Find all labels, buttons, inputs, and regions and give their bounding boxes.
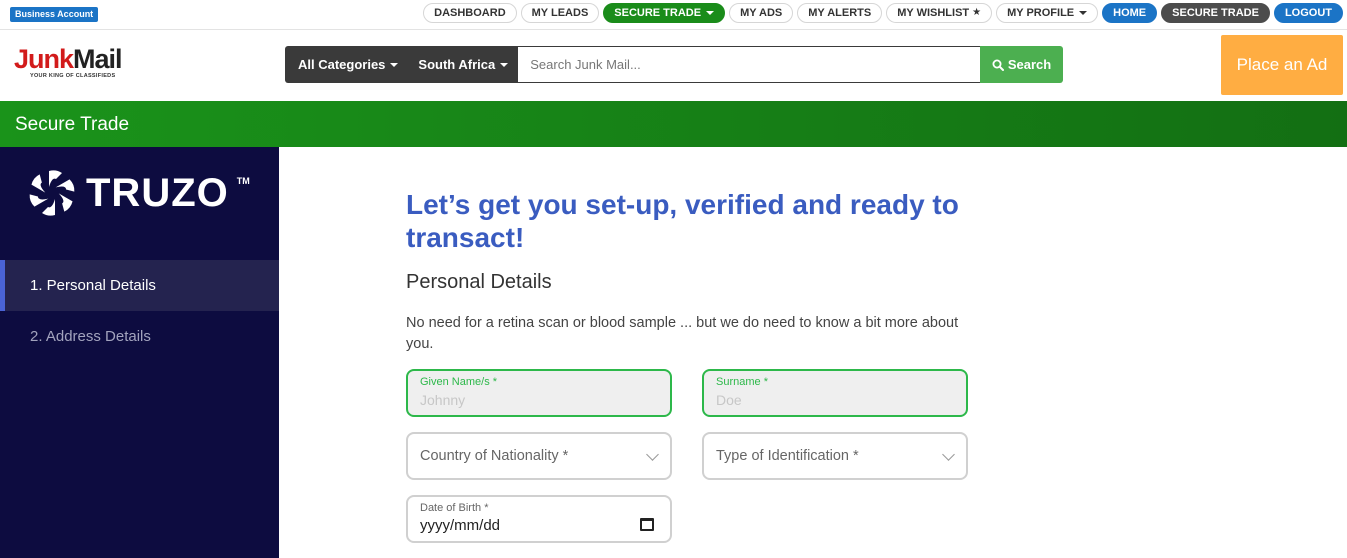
calendar-icon[interactable] [640, 518, 654, 531]
chevron-down-icon [646, 448, 659, 461]
nav-dashboard[interactable]: DASHBOARD [423, 3, 517, 23]
logo-tagline: YOUR KING OF CLASSIFIEDS [30, 73, 116, 79]
nav-secure-trade[interactable]: SECURE TRADE [1161, 3, 1270, 23]
truzo-wordmark: TRUZO [86, 170, 229, 215]
section-title: Personal Details [406, 271, 552, 293]
truzo-swirl-icon [29, 170, 75, 216]
star-icon: ★ [972, 7, 982, 18]
logo-mail: Mail [73, 44, 123, 74]
id-type-label: Type of Identification * [716, 448, 859, 464]
surname-input[interactable]: Doe [716, 392, 742, 408]
step-personal-details[interactable]: 1. Personal Details [0, 260, 279, 311]
section-banner: Secure Trade [0, 101, 1347, 147]
region-dropdown[interactable]: South Africa [408, 46, 519, 83]
search-icon [992, 59, 1004, 71]
search-bar: All Categories South Africa Search Junk … [285, 46, 1063, 83]
nav-my-wishlist-label: MY WISHLIST [897, 7, 970, 19]
search-button-label: Search [1007, 57, 1052, 72]
step-address-details[interactable]: 2. Address Details [0, 311, 279, 362]
surname-field[interactable]: Surname * Doe [702, 369, 968, 417]
nav-my-alerts[interactable]: MY ALERTS [797, 3, 883, 23]
search-button[interactable]: Search [980, 46, 1063, 83]
nav-my-ads[interactable]: MY ADS [729, 3, 794, 23]
nationality-label: Country of Nationality * [420, 448, 569, 464]
trademark: TM [236, 176, 250, 186]
caret-down-icon [1079, 11, 1088, 15]
site-header: JunkMail YOUR KING OF CLASSIFIEDS All Ca… [0, 31, 1347, 101]
given-name-input[interactable]: Johnny [420, 392, 465, 408]
top-nav: DASHBOARD MY LEADS SECURE TRADE MY ADS M… [423, 3, 1343, 23]
top-utility-bar: Business Account DASHBOARD MY LEADS SECU… [0, 0, 1347, 30]
date-of-birth-input[interactable]: yyyy/mm/dd [420, 517, 500, 534]
caret-down-icon [390, 62, 399, 67]
nationality-select[interactable]: Country of Nationality * [406, 432, 672, 480]
intro-text: No need for a retina scan or blood sampl… [406, 315, 959, 352]
category-dropdown-label: All Categories [298, 57, 386, 72]
banner-title: Secure Trade [15, 114, 130, 135]
caret-down-icon [706, 11, 715, 15]
given-name-label: Given Name/s * [420, 376, 498, 388]
given-name-field[interactable]: Given Name/s * Johnny [406, 369, 672, 417]
chevron-down-icon [942, 448, 955, 461]
nav-my-leads[interactable]: MY LEADS [520, 3, 600, 23]
truzo-sidebar: TRUZO TM 1. Personal Details 2. Address … [0, 147, 279, 558]
logo-junk: Junk [14, 44, 74, 74]
nav-my-profile-label: MY PROFILE [1007, 7, 1075, 19]
nav-my-wishlist[interactable]: MY WISHLIST ★ [886, 3, 993, 23]
nav-my-profile[interactable]: MY PROFILE [996, 3, 1099, 23]
nav-home[interactable]: HOME [1102, 3, 1158, 23]
category-dropdown[interactable]: All Categories [285, 46, 409, 83]
nav-logout[interactable]: LOGOUT [1273, 3, 1343, 23]
nav-secure-trade-menu-label: SECURE TRADE [614, 7, 702, 19]
junkmail-logo[interactable]: JunkMail YOUR KING OF CLASSIFIEDS [14, 45, 138, 87]
id-type-select[interactable]: Type of Identification * [702, 432, 968, 480]
place-ad-button[interactable]: Place an Ad [1221, 35, 1343, 95]
date-of-birth-field[interactable]: Date of Birth * yyyy/mm/dd [406, 495, 672, 543]
business-account-badge[interactable]: Business Account [10, 7, 99, 22]
surname-label: Surname * [716, 376, 768, 388]
region-dropdown-label: South Africa [418, 57, 496, 72]
page-heading: Let’s get you set-up, verified and ready… [406, 189, 959, 253]
nav-secure-trade-menu[interactable]: SECURE TRADE [603, 3, 726, 23]
caret-down-icon [500, 62, 509, 67]
search-input[interactable]: Search Junk Mail... [518, 46, 980, 83]
date-of-birth-label: Date of Birth * [420, 502, 489, 514]
truzo-logo: TRUZO TM [26, 167, 250, 219]
